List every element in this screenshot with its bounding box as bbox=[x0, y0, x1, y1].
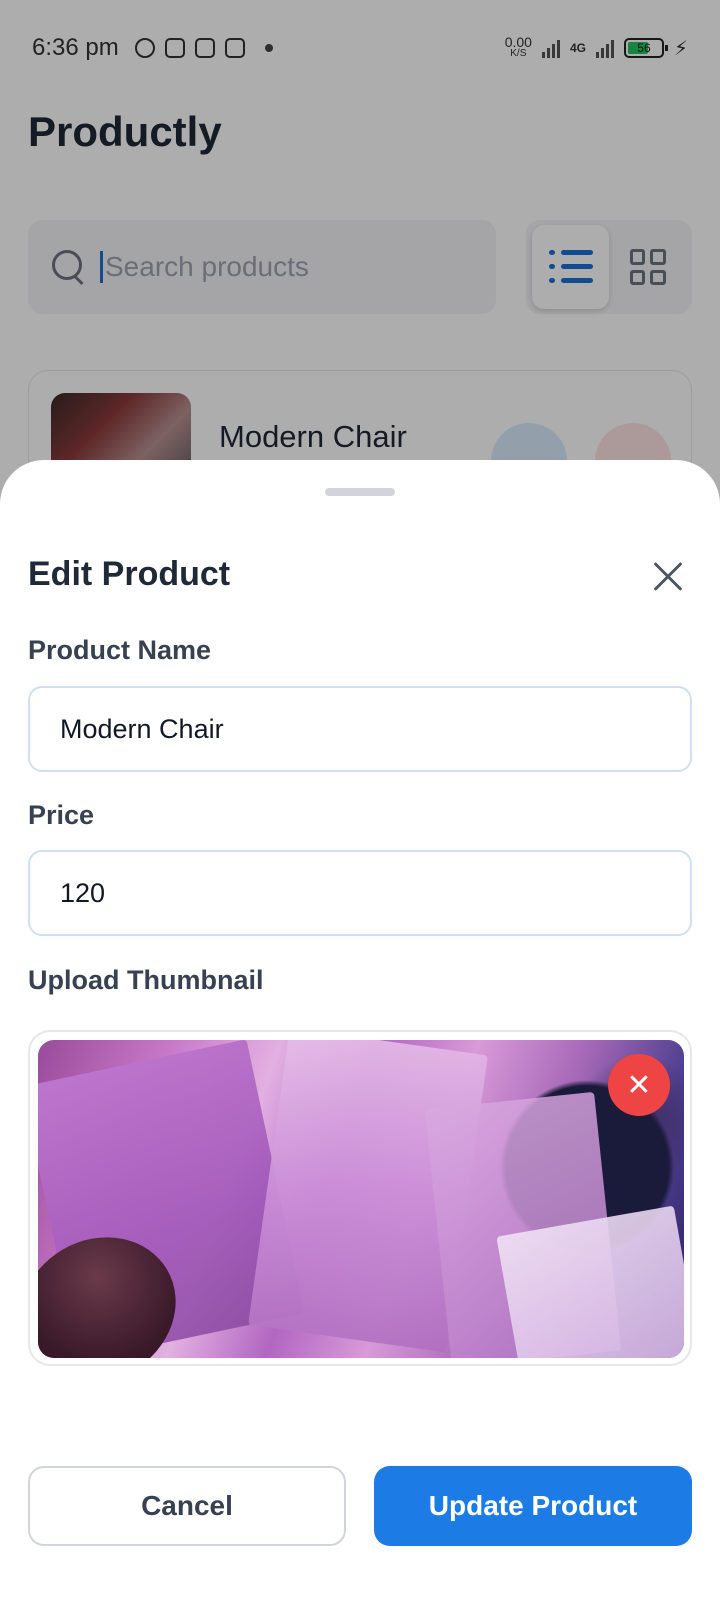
product-name-field[interactable] bbox=[28, 686, 692, 772]
sheet-drag-handle[interactable] bbox=[325, 488, 395, 496]
battery-level: 56 bbox=[637, 41, 651, 55]
cancel-button[interactable]: Cancel bbox=[28, 1466, 346, 1546]
remove-thumbnail-button[interactable]: ✕ bbox=[608, 1054, 670, 1116]
close-button[interactable] bbox=[643, 552, 693, 602]
edit-product-sheet: Edit Product Product Name Price Upload T… bbox=[0, 460, 720, 1600]
price-label: Price bbox=[28, 800, 95, 830]
upload-thumbnail-label: Upload Thumbnail bbox=[28, 965, 264, 995]
close-icon: ✕ bbox=[626, 1068, 652, 1102]
update-product-button[interactable]: Update Product bbox=[374, 1466, 692, 1546]
thumbnail-upload-area[interactable]: ✕ bbox=[28, 1030, 692, 1366]
product-name-label: Product Name bbox=[28, 635, 212, 665]
price-field[interactable] bbox=[28, 850, 692, 936]
thumbnail-preview-image: ✕ bbox=[38, 1040, 684, 1358]
sheet-title: Edit Product bbox=[28, 555, 231, 593]
